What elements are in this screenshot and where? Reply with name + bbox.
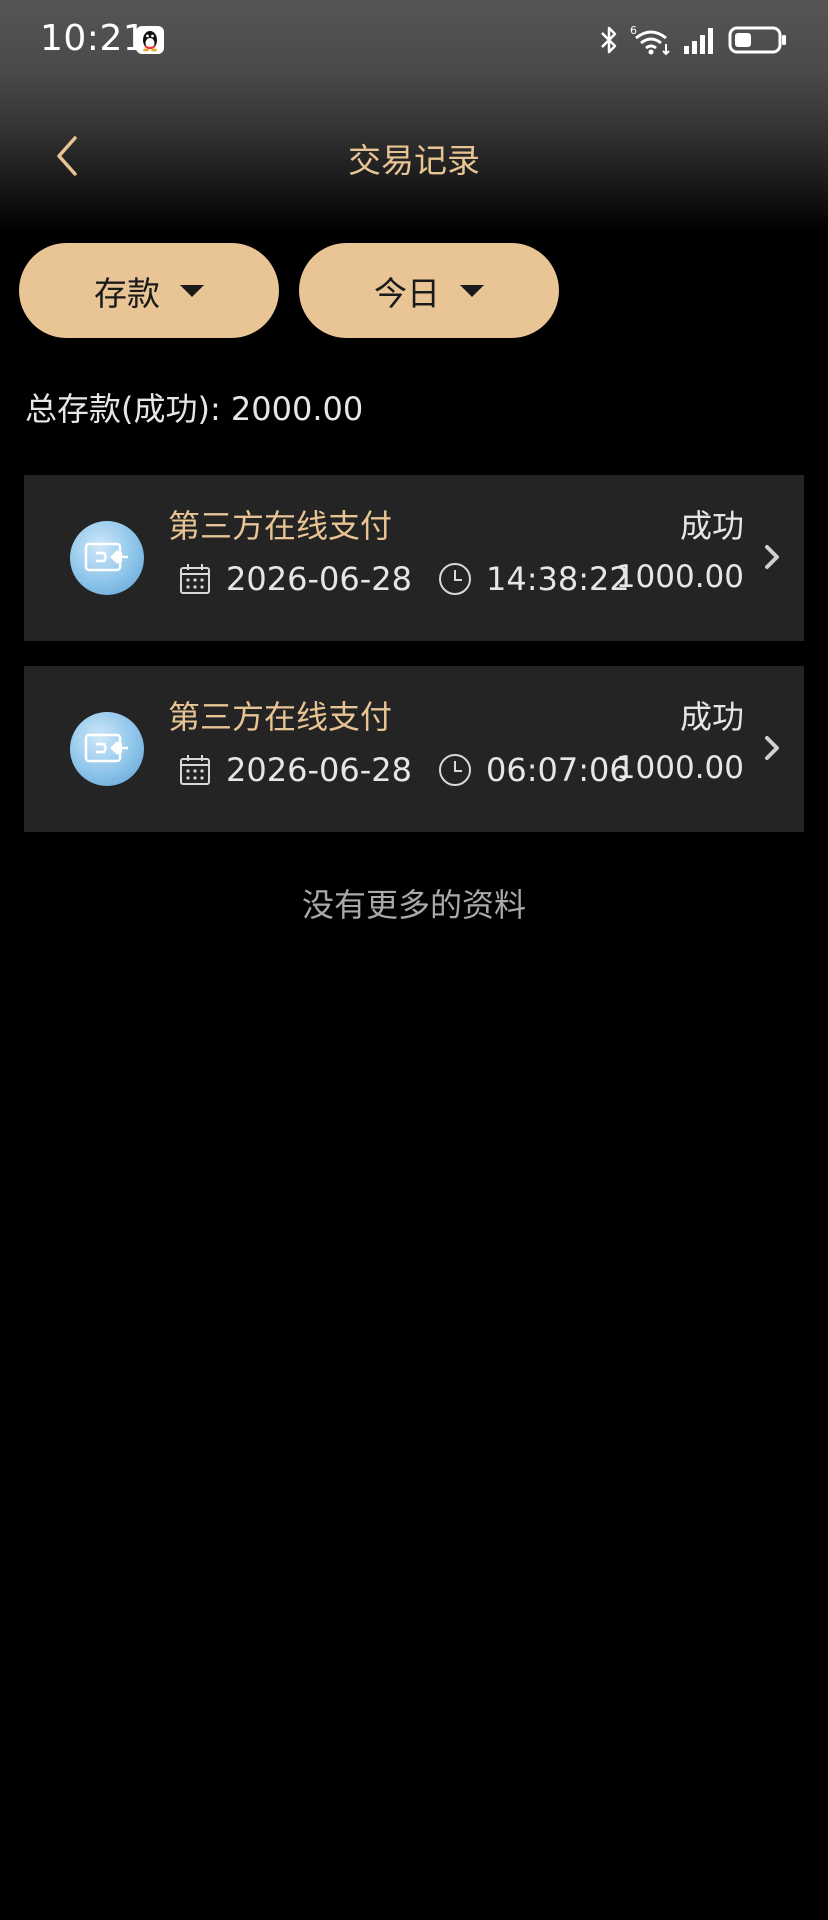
calendar-icon (180, 564, 210, 594)
record-meta: 2026-06-28 06:07:06 (178, 748, 630, 792)
payment-wallet-icon (70, 712, 144, 786)
record-time: 14:38:22 (485, 560, 630, 598)
status-time: 10:21 (40, 18, 147, 59)
period-filter-label: 今日 (374, 273, 440, 313)
status-icons: 6 (598, 22, 788, 58)
chevron-right-icon (760, 535, 784, 579)
type-filter-dropdown[interactable]: 存款 (19, 243, 279, 338)
signal-icon (684, 28, 713, 54)
qq-icon (136, 26, 164, 54)
svg-text:6: 6 (630, 24, 637, 37)
record-meta: 2026-06-28 14:38:22 (178, 557, 630, 601)
status-bar: 10:21 6 (0, 0, 828, 80)
payment-wallet-icon (70, 521, 144, 595)
no-more-data-text: 没有更多的资料 (301, 886, 526, 924)
clock-icon (438, 563, 471, 595)
wifi-icon: 6 (630, 24, 670, 56)
battery-icon (728, 26, 786, 54)
record-title: 第三方在线支付 (168, 698, 393, 736)
chevron-right-icon (760, 726, 784, 770)
record-amount: 1000.00 (615, 750, 744, 786)
record-amount: 1000.00 (615, 559, 744, 595)
period-filter-dropdown[interactable]: 今日 (299, 243, 559, 338)
caret-down-icon (180, 284, 204, 297)
page-title: 交易记录 (348, 141, 480, 180)
record-date: 2026-06-28 (226, 560, 412, 598)
total-deposit-summary: 总存款(成功): 2000.00 (25, 390, 364, 428)
type-filter-label: 存款 (94, 273, 160, 313)
record-title: 第三方在线支付 (168, 507, 393, 545)
record-status: 成功 (679, 698, 744, 736)
record-time: 06:07:06 (485, 751, 630, 789)
clock-icon (438, 754, 471, 786)
caret-down-icon (460, 284, 484, 297)
nav-bar: 交易记录 (0, 100, 828, 210)
transaction-record[interactable]: 第三方在线支付 成功 2026-06-28 14:38:22 1000.00 (24, 475, 804, 641)
transaction-record[interactable]: 第三方在线支付 成功 2026-06-28 06:07:06 1000.00 (24, 666, 804, 832)
record-status: 成功 (679, 507, 744, 545)
filter-bar: 存款 今日 (19, 243, 559, 338)
record-date: 2026-06-28 (226, 751, 412, 789)
calendar-icon (180, 755, 210, 785)
bluetooth-icon (601, 26, 617, 54)
